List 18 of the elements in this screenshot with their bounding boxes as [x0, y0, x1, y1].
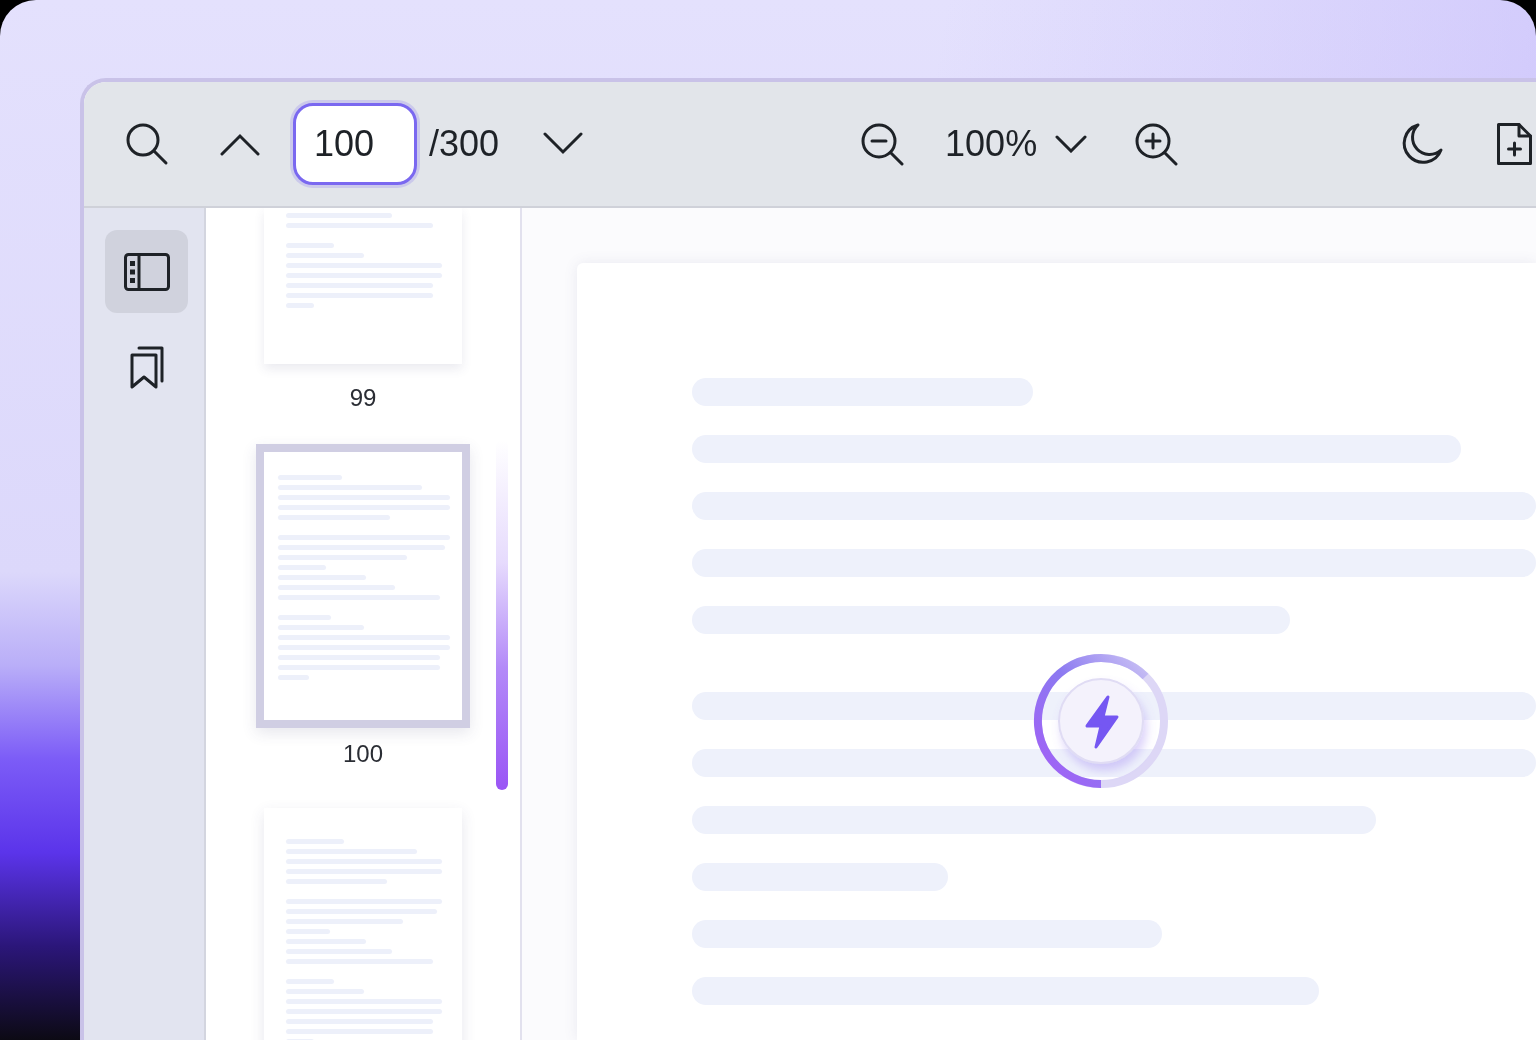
sidebar-panel-icon — [123, 252, 170, 291]
caret-icon — [1055, 135, 1088, 153]
zoom-select[interactable]: 100% — [945, 123, 1088, 165]
zoom-in-icon[interactable] — [1134, 122, 1179, 166]
sidebar-tab[interactable] — [105, 230, 188, 313]
bookmarks-icon — [128, 344, 165, 389]
page-thumbnail[interactable] — [256, 444, 470, 728]
search-icon[interactable] — [125, 122, 169, 166]
page-thumbnail[interactable] — [264, 208, 462, 364]
zoom-out-icon[interactable] — [860, 122, 905, 166]
file-plus-icon[interactable] — [1496, 122, 1534, 166]
page-number-label: 100 — [342, 742, 383, 766]
moon-icon[interactable] — [1400, 122, 1445, 166]
chevron-down-icon[interactable] — [543, 132, 584, 156]
page-number-label: 99 — [349, 386, 377, 410]
chevron-up-icon[interactable] — [220, 132, 260, 156]
page-number-field[interactable]: 100 — [293, 103, 417, 185]
page-count-label: /300 — [429, 123, 500, 165]
